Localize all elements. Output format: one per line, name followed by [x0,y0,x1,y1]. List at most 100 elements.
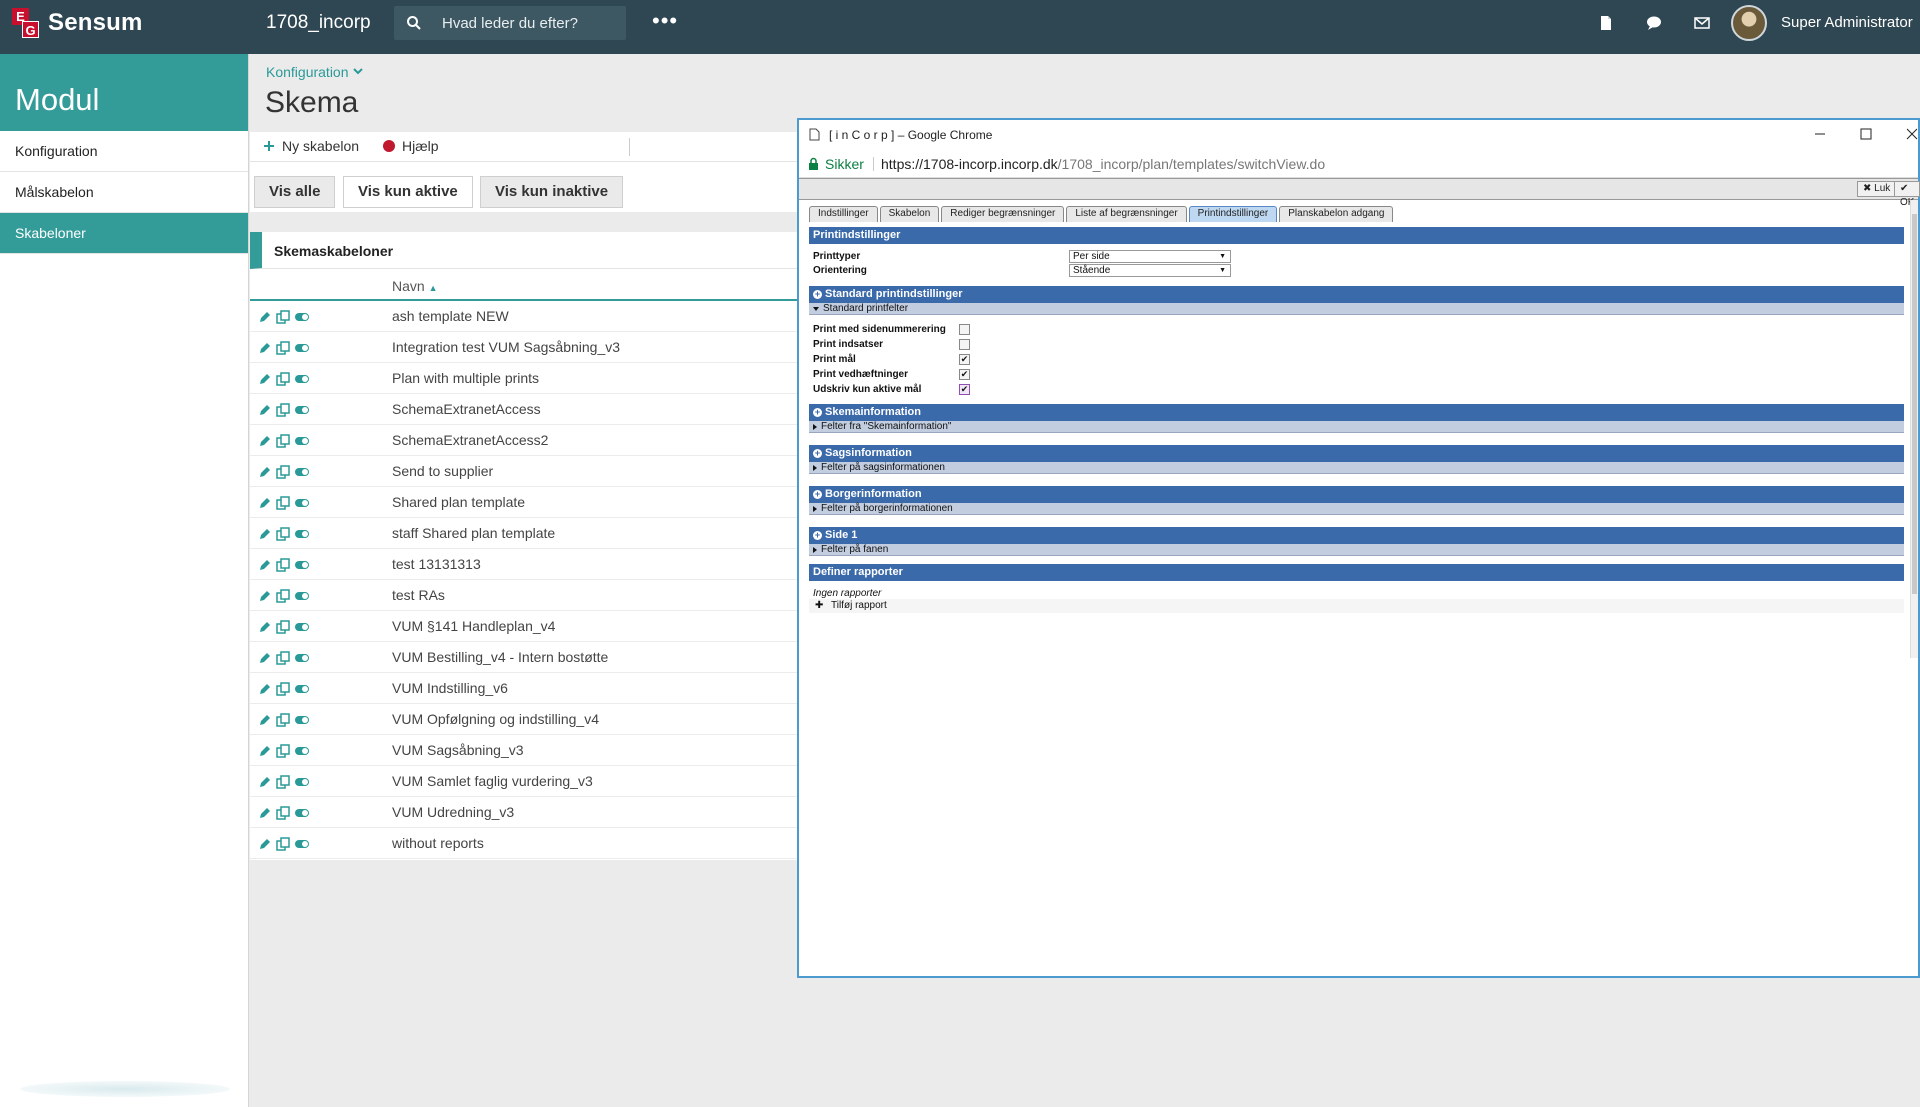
edit-icon[interactable] [258,620,272,634]
copy-icon[interactable] [276,372,290,386]
table-row[interactable]: SchemaExtranetAccess [250,394,810,425]
toggle-icon[interactable] [294,527,310,541]
toggle-icon[interactable] [294,620,310,634]
copy-icon[interactable] [276,682,290,696]
table-row[interactable]: Send to supplier [250,456,810,487]
orientation-select[interactable]: Stående [1069,264,1231,277]
template-name[interactable]: VUM Samlet faglig vurdering_v3 [392,773,593,789]
table-row[interactable]: staff Shared plan template [250,518,810,549]
copy-icon[interactable] [276,434,290,448]
toggle-icon[interactable] [294,465,310,479]
table-row[interactable]: Shared plan template [250,487,810,518]
logo[interactable]: E G Sensum [12,8,143,38]
copy-icon[interactable] [276,620,290,634]
template-name[interactable]: SchemaExtranetAccess2 [392,432,548,448]
ok-button[interactable]: ✔ OK [1894,181,1920,208]
table-row[interactable]: Integration test VUM Sagsåbning_v3 [250,332,810,363]
toggle-icon[interactable] [294,434,310,448]
edit-icon[interactable] [258,434,272,448]
tab-indstillinger[interactable]: Indstillinger [809,206,878,222]
sidebar-item-skabeloner[interactable]: Skabeloner [0,213,248,254]
sidebar-item-malskabelon[interactable]: Målskabelon [0,172,248,213]
tab-skabelon[interactable]: Skabelon [879,206,940,222]
search-box[interactable] [394,6,626,40]
mail-icon[interactable] [1693,14,1711,32]
edit-icon[interactable] [258,713,272,727]
table-row[interactable]: test RAs [250,580,810,611]
table-row[interactable]: VUM §141 Handleplan_v4 [250,611,810,642]
tab-liste-af-begraensninger[interactable]: Liste af begrænsninger [1066,206,1187,222]
template-name[interactable]: VUM §141 Handleplan_v4 [392,618,555,634]
copy-icon[interactable] [276,558,290,572]
edit-icon[interactable] [258,651,272,665]
new-template-button[interactable]: Ny skabelon [263,138,359,154]
section-fields-toggle[interactable]: Felter på borgerinformationen [809,503,1904,515]
copy-icon[interactable] [276,775,290,789]
template-name[interactable]: VUM Opfølgning og indstilling_v4 [392,711,599,727]
add-report-button[interactable]: ✚ Tilføj rapport [809,599,1904,613]
filter-show-all-button[interactable]: Vis alle [254,176,336,208]
edit-icon[interactable] [258,589,272,603]
template-name[interactable]: test RAs [392,587,445,603]
edit-icon[interactable] [258,465,272,479]
url-text[interactable]: https://1708-incorp.incorp.dk/1708_incor… [881,156,1325,172]
edit-icon[interactable] [258,496,272,510]
template-name[interactable]: VUM Sagsåbning_v3 [392,742,524,758]
sidebar-item-konfiguration[interactable]: Konfiguration [0,131,248,172]
maximize-icon[interactable] [1858,126,1874,142]
copy-icon[interactable] [276,744,290,758]
section-header[interactable]: + Skemainformation [809,404,1904,421]
table-row[interactable]: ash template NEW [250,301,810,332]
toggle-icon[interactable] [294,837,310,851]
section-header[interactable]: + Sagsinformation [809,445,1904,462]
more-menu-button[interactable]: ••• [652,10,678,32]
filter-active-only-button[interactable]: Vis kun aktive [343,176,473,208]
table-row[interactable]: without reports [250,828,810,859]
template-name[interactable]: Plan with multiple prints [392,370,539,386]
edit-icon[interactable] [258,744,272,758]
table-row[interactable]: Plan with multiple prints [250,363,810,394]
toggle-icon[interactable] [294,496,310,510]
section-header[interactable]: + Borgerinformation [809,486,1904,503]
avatar[interactable] [1731,5,1767,41]
copy-icon[interactable] [276,496,290,510]
print-types-select[interactable]: Per side [1069,250,1231,263]
template-name[interactable]: SchemaExtranetAccess [392,401,541,417]
copy-icon[interactable] [276,465,290,479]
copy-icon[interactable] [276,589,290,603]
toggle-icon[interactable] [294,372,310,386]
template-name[interactable]: VUM Indstilling_v6 [392,680,508,696]
edit-icon[interactable] [258,310,272,324]
print-option-checkbox[interactable] [959,369,970,380]
address-bar[interactable]: Sikker https://1708-incorp.incorp.dk/170… [799,150,1918,178]
tab-printindstillinger[interactable]: Printindstillinger [1188,206,1278,222]
copy-icon[interactable] [276,651,290,665]
edit-icon[interactable] [258,372,272,386]
edit-icon[interactable] [258,837,272,851]
print-option-checkbox[interactable] [959,354,970,365]
table-row[interactable]: SchemaExtranetAccess2 [250,425,810,456]
template-name[interactable]: without reports [392,835,484,851]
toggle-icon[interactable] [294,744,310,758]
tab-rediger-begraensninger[interactable]: Rediger begrænsninger [941,206,1065,222]
toggle-icon[interactable] [294,341,310,355]
chat-icon[interactable] [1645,14,1663,32]
breadcrumb[interactable]: Konfiguration [266,64,364,80]
scrollbar-thumb[interactable] [1912,214,1917,594]
edit-icon[interactable] [258,527,272,541]
toggle-icon[interactable] [294,651,310,665]
table-row[interactable]: test 13131313 [250,549,810,580]
copy-icon[interactable] [276,527,290,541]
edit-icon[interactable] [258,558,272,572]
template-name[interactable]: ash template NEW [392,308,509,324]
copy-icon[interactable] [276,403,290,417]
table-row[interactable]: VUM Bestilling_v4 - Intern bostøtte [250,642,810,673]
popup-scrollbar[interactable] [1910,200,1918,658]
standard-print-fields-toggle[interactable]: Standard printfelter [809,303,1904,315]
print-option-checkbox[interactable] [959,339,970,350]
tab-planskabelon-adgang[interactable]: Planskabelon adgang [1279,206,1394,222]
template-name[interactable]: Shared plan template [392,494,525,510]
toggle-icon[interactable] [294,589,310,603]
table-row[interactable]: VUM Opfølgning og indstilling_v4 [250,704,810,735]
toggle-icon[interactable] [294,682,310,696]
